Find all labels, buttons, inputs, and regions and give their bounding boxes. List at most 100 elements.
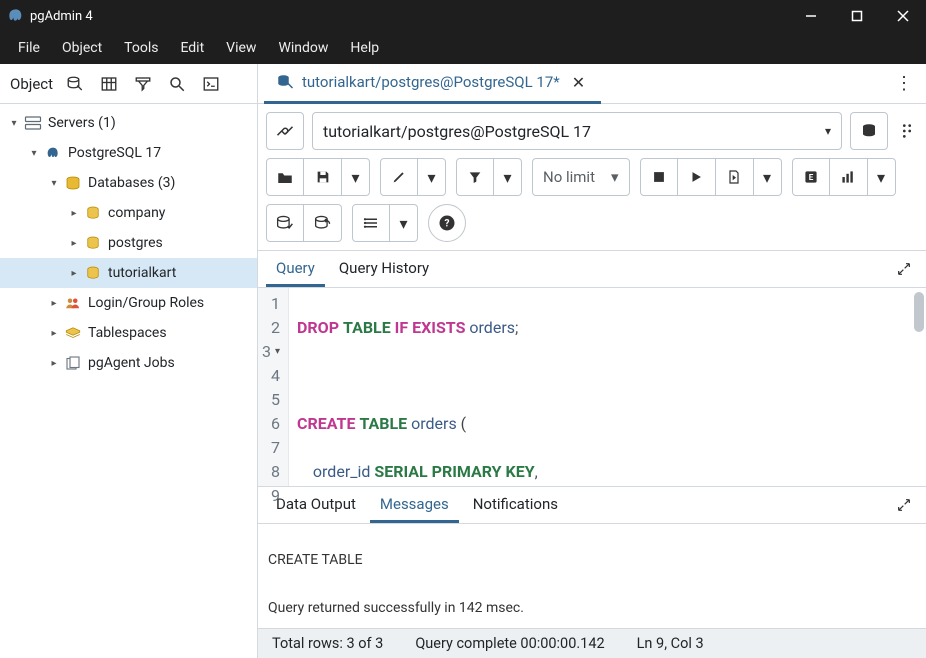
tree-db-company[interactable]: ▸ company: [0, 198, 257, 228]
tree-server-pg17[interactable]: ▾ PostgreSQL 17: [0, 138, 257, 168]
more-connection-button[interactable]: [896, 112, 918, 150]
rows-limit-select[interactable]: No limit ▾: [532, 158, 630, 196]
connection-select[interactable]: tutorialkart/postgres@PostgreSQL 17 ▾: [312, 112, 842, 150]
menu-tools[interactable]: Tools: [114, 36, 168, 60]
subtab-messages[interactable]: Messages: [370, 487, 459, 523]
query-toolbar-2: ▾ ?: [258, 204, 926, 250]
new-connection-button[interactable]: [850, 112, 888, 150]
tree-label: pgAgent Jobs: [88, 355, 175, 371]
elephant-icon: [44, 145, 62, 161]
subtab-history[interactable]: Query History: [329, 251, 439, 287]
execute-to-file-button[interactable]: [716, 158, 754, 196]
fold-icon[interactable]: ▾: [275, 340, 280, 364]
tree-label: Databases (3): [88, 175, 175, 191]
window-controls: [788, 0, 926, 32]
commit-button[interactable]: [266, 204, 304, 242]
editor-subtabs: Query Query History: [258, 250, 926, 288]
search-objects-icon[interactable]: [161, 68, 193, 100]
minimize-button[interactable]: [788, 0, 834, 32]
main-tabstrip: tutorialkart/postgres@PostgreSQL 17* ✕ ⋮: [258, 64, 926, 104]
close-button[interactable]: [880, 0, 926, 32]
menu-help[interactable]: Help: [340, 36, 389, 60]
filter-rows-icon[interactable]: [127, 68, 159, 100]
save-menu-button[interactable]: ▾: [342, 158, 370, 196]
caret-right-icon[interactable]: ▸: [46, 298, 62, 309]
tree-label: tutorialkart: [108, 265, 176, 281]
caret-down-icon[interactable]: ▾: [6, 118, 22, 129]
chevron-down-icon: ▾: [825, 124, 831, 138]
tab-query-tool[interactable]: tutorialkart/postgres@PostgreSQL 17* ✕: [264, 64, 601, 104]
rollback-button[interactable]: [304, 204, 342, 242]
sql-editor[interactable]: 1 2 3 ▾ 4 5 6 7 8 9 DROP TABLE IF EXISTS…: [258, 288, 926, 486]
object-tree[interactable]: ▾ Servers (1) ▾ PostgreSQL 17 ▾ Database…: [0, 104, 257, 658]
message-line: CREATE TABLE: [268, 552, 363, 568]
window-title: pgAdmin 4: [30, 9, 788, 24]
tree-db-postgres[interactable]: ▸ postgres: [0, 228, 257, 258]
tree-db-tutorialkart[interactable]: ▸ tutorialkart: [0, 258, 257, 288]
query-toolbar: ▾ ▾ ▾ No limit ▾ ▾ E: [258, 158, 926, 204]
connection-status-button[interactable]: [266, 112, 304, 150]
tree-label: Tablespaces: [88, 325, 167, 341]
tree-servers[interactable]: ▾ Servers (1): [0, 108, 257, 138]
query-tab-icon: [276, 73, 294, 91]
server-group-icon: [24, 115, 42, 131]
connection-bar: tutorialkart/postgres@PostgreSQL 17 ▾: [258, 104, 926, 158]
svg-text:E: E: [808, 173, 813, 182]
menu-edit[interactable]: Edit: [170, 36, 214, 60]
limit-label: No limit: [543, 168, 595, 186]
macros-button[interactable]: [352, 204, 390, 242]
tab-menu-icon[interactable]: ⋮: [888, 73, 920, 94]
caret-right-icon[interactable]: ▸: [46, 358, 62, 369]
output-subtabs: Data Output Messages Notifications: [258, 486, 926, 524]
open-file-button[interactable]: [266, 158, 304, 196]
menu-file[interactable]: File: [8, 36, 50, 60]
subtab-notifications[interactable]: Notifications: [463, 487, 568, 523]
menu-object[interactable]: Object: [52, 36, 112, 60]
expand-editor-icon[interactable]: [890, 251, 918, 287]
browser-title: Object: [6, 75, 57, 93]
menu-view[interactable]: View: [216, 36, 266, 60]
expand-output-icon[interactable]: [890, 487, 918, 523]
chevron-down-icon: ▾: [611, 168, 619, 186]
caret-right-icon[interactable]: ▸: [66, 238, 82, 249]
query-tool-panel: tutorialkart/postgres@PostgreSQL 17* ✕ ⋮…: [258, 64, 926, 658]
tree-label: PostgreSQL 17: [68, 145, 161, 161]
tree-tablespaces[interactable]: ▸ Tablespaces: [0, 318, 257, 348]
query-tool-icon[interactable]: [59, 68, 91, 100]
caret-right-icon[interactable]: ▸: [66, 208, 82, 219]
execute-button[interactable]: [678, 158, 716, 196]
maximize-button[interactable]: [834, 0, 880, 32]
stop-button[interactable]: [640, 158, 678, 196]
tree-databases[interactable]: ▾ Databases (3): [0, 168, 257, 198]
execute-menu-button[interactable]: ▾: [754, 158, 782, 196]
editor-scrollbar[interactable]: [914, 292, 924, 332]
statusbar: Total rows: 3 of 3 Query complete 00:00:…: [258, 628, 926, 658]
editor-code[interactable]: DROP TABLE IF EXISTS orders; CREATE TABL…: [289, 288, 926, 486]
connection-label: tutorialkart/postgres@PostgreSQL 17: [323, 122, 591, 141]
help-button[interactable]: ?: [428, 204, 466, 242]
view-data-icon[interactable]: [93, 68, 125, 100]
save-file-button[interactable]: [304, 158, 342, 196]
macros-menu-button[interactable]: ▾: [390, 204, 418, 242]
status-cursor: Ln 9, Col 3: [637, 635, 704, 652]
caret-right-icon[interactable]: ▸: [66, 268, 82, 279]
explain-button[interactable]: E: [792, 158, 830, 196]
explain-analyze-button[interactable]: [830, 158, 868, 196]
status-complete: Query complete 00:00:00.142: [415, 635, 604, 652]
tree-login-roles[interactable]: ▸ Login/Group Roles: [0, 288, 257, 318]
filter-menu-button[interactable]: ▾: [494, 158, 522, 196]
subtab-data-output[interactable]: Data Output: [266, 487, 366, 523]
caret-right-icon[interactable]: ▸: [46, 328, 62, 339]
tree-pgagent[interactable]: ▸ pgAgent Jobs: [0, 348, 257, 378]
caret-down-icon[interactable]: ▾: [26, 148, 42, 159]
subtab-query[interactable]: Query: [266, 251, 325, 287]
edit-menu-button[interactable]: ▾: [418, 158, 446, 196]
explain-menu-button[interactable]: ▾: [868, 158, 896, 196]
psql-tool-icon[interactable]: [195, 68, 227, 100]
edit-button[interactable]: [380, 158, 418, 196]
tab-close-icon[interactable]: ✕: [568, 73, 589, 92]
database-group-icon: [64, 175, 82, 191]
caret-down-icon[interactable]: ▾: [46, 178, 62, 189]
menu-window[interactable]: Window: [268, 36, 338, 60]
filter-button[interactable]: [456, 158, 494, 196]
